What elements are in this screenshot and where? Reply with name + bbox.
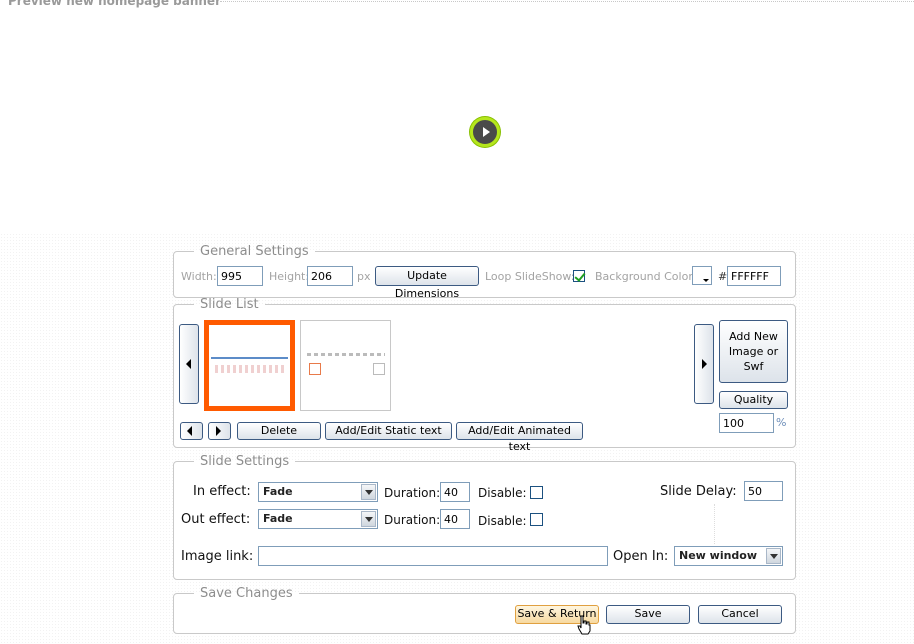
loop-slideshow-label: Loop SlideShow: xyxy=(485,270,575,283)
loop-slideshow-checkbox[interactable] xyxy=(573,270,585,282)
open-in-label: Open In: xyxy=(613,549,669,564)
play-icon[interactable] xyxy=(470,117,500,147)
width-input[interactable] xyxy=(217,266,263,286)
slide-delay-input[interactable] xyxy=(744,481,783,501)
slide-thumbnail-1[interactable] xyxy=(204,320,295,411)
chevron-down-icon xyxy=(361,511,376,527)
update-dimensions-button[interactable]: Update Dimensions xyxy=(375,266,479,300)
slide-list-legend: Slide List xyxy=(200,297,259,312)
slide-scroll-left-button[interactable] xyxy=(179,324,199,404)
delete-slide-button[interactable]: Delete xyxy=(237,422,321,440)
out-effect-label: Out effect: xyxy=(181,512,251,527)
out-duration-label: Duration: xyxy=(384,513,441,527)
hash-label: # xyxy=(718,270,728,283)
out-disable-label: Disable: xyxy=(478,514,527,528)
preview-title: Preview new homepage banner xyxy=(8,0,221,8)
slide-scroll-right-button[interactable] xyxy=(694,324,714,404)
out-effect-select[interactable]: Fade xyxy=(258,509,378,529)
out-effect-value: Fade xyxy=(263,512,293,525)
chevron-down-icon xyxy=(361,484,376,500)
save-changes-legend: Save Changes xyxy=(200,586,293,601)
add-edit-static-text-button[interactable]: Add/Edit Static text xyxy=(325,422,452,440)
out-duration-input[interactable] xyxy=(440,509,470,529)
out-disable-checkbox[interactable] xyxy=(530,513,543,526)
add-new-image-button[interactable]: Add New Image or Swf xyxy=(719,320,788,383)
in-duration-input[interactable] xyxy=(440,482,470,502)
slide-settings-legend: Slide Settings xyxy=(200,454,290,469)
divider xyxy=(714,504,716,544)
quality-button[interactable]: Quality xyxy=(719,391,788,409)
color-picker-swatch[interactable] xyxy=(692,266,712,285)
height-label: Height: xyxy=(269,270,310,283)
banner-preview-area xyxy=(0,27,914,233)
in-duration-label: Duration: xyxy=(384,486,441,500)
thumb-preview-line xyxy=(211,357,288,359)
image-link-label: Image link: xyxy=(181,549,254,564)
chevron-down-icon xyxy=(703,279,709,282)
general-settings-legend: General Settings xyxy=(200,244,309,259)
in-effect-select[interactable]: Fade xyxy=(258,482,378,502)
save-button[interactable]: Save xyxy=(606,605,690,624)
in-effect-value: Fade xyxy=(263,485,293,498)
open-in-value: New window xyxy=(679,549,758,562)
in-disable-label: Disable: xyxy=(478,486,527,500)
thumb-preview-header xyxy=(307,353,385,356)
quality-input[interactable] xyxy=(719,413,774,433)
cancel-button[interactable]: Cancel xyxy=(698,605,782,624)
background-color-input[interactable] xyxy=(727,266,781,286)
in-effect-label: In effect: xyxy=(193,484,251,499)
image-link-input[interactable] xyxy=(258,546,608,566)
in-disable-checkbox[interactable] xyxy=(530,486,543,499)
height-input[interactable] xyxy=(307,266,353,286)
slide-delay-label: Slide Delay: xyxy=(660,484,737,499)
px-label: px xyxy=(357,270,371,283)
width-label: Width: xyxy=(181,270,217,283)
move-slide-right-button[interactable] xyxy=(208,422,231,440)
thumb-preview-box xyxy=(309,363,321,375)
chevron-down-icon xyxy=(766,548,781,564)
background-color-label: Background Color: xyxy=(595,270,697,283)
add-edit-animated-text-button[interactable]: Add/Edit Animated text xyxy=(456,422,583,453)
percent-label: % xyxy=(776,416,787,429)
move-slide-left-button[interactable] xyxy=(180,422,203,440)
thumb-preview-content xyxy=(215,365,285,373)
open-in-select[interactable]: New window xyxy=(674,546,783,566)
preview-divider xyxy=(220,1,914,2)
thumb-preview-box-right xyxy=(373,363,385,375)
slide-thumbnail-2[interactable] xyxy=(300,320,391,411)
hand-cursor-icon xyxy=(577,615,591,635)
